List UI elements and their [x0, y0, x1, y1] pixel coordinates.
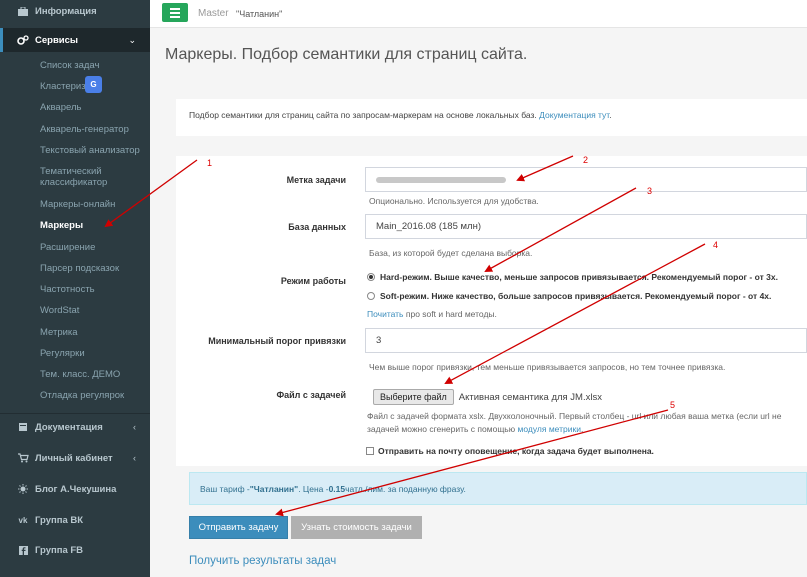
annotation-arrow: [104, 159, 198, 228]
annotation-arrow: [516, 155, 574, 182]
annotation-number: 1: [207, 158, 213, 168]
annotation-arrow: [275, 409, 669, 517]
annotation-number: 3: [647, 186, 653, 196]
annotation-arrow: [484, 187, 637, 272]
annotation-number: 5: [670, 400, 676, 410]
annotation-arrows: [104, 155, 706, 517]
annotation-arrow: [444, 243, 706, 384]
annotation-number: 4: [713, 240, 719, 250]
annotation-number: 2: [583, 155, 589, 165]
